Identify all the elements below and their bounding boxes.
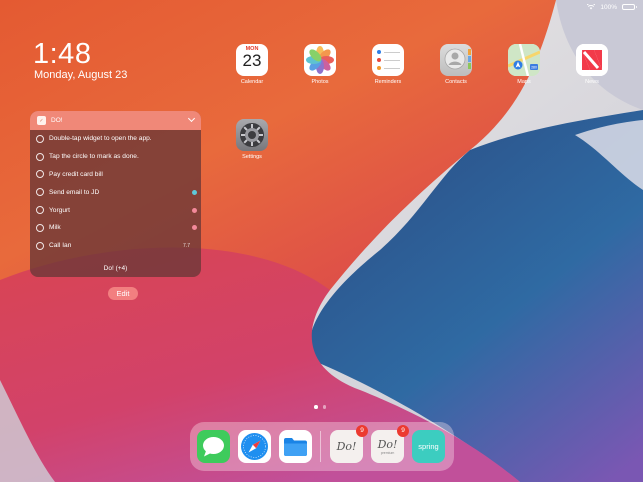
dock-do[interactable]: Do! 9 [330, 425, 368, 463]
app-label: Calendar [240, 79, 264, 85]
task-checkbox-circle[interactable] [36, 223, 44, 232]
files-icon [284, 438, 307, 456]
task-text: Send email to JD [49, 188, 100, 196]
clock-time: 1:48 [33, 38, 92, 70]
do-widget[interactable]: ✓ DO! Double-tap widget to open the app.… [30, 111, 201, 277]
widget-title: DO! [51, 117, 63, 124]
task-checkbox-circle[interactable] [36, 206, 44, 215]
maps-shield-text: 280 [531, 66, 537, 70]
wifi-icon [587, 4, 596, 10]
widget-header[interactable]: ✓ DO! [30, 111, 201, 130]
app-label: Reminders [374, 79, 402, 85]
task-tag-dot [192, 207, 197, 213]
calendar-date: 23 [242, 51, 262, 70]
dock-separator [320, 431, 321, 462]
task-checkbox-circle[interactable] [36, 152, 44, 161]
widget-footer[interactable]: Do! (+4) [30, 265, 201, 272]
task-text: Yorgurt [49, 206, 71, 214]
page-indicator[interactable] [314, 405, 326, 409]
status-bar: 100% [587, 2, 637, 12]
task-text: Pay credit card bill [49, 170, 103, 178]
dock-messages[interactable] [197, 430, 230, 463]
do-app-icon: Do! [336, 440, 357, 453]
task-checkbox-circle[interactable] [36, 241, 44, 250]
app-label: Photos [311, 79, 329, 85]
spring-icon: spring [418, 442, 439, 451]
photos-icon [304, 44, 336, 76]
task-text: Tap the circle to mark as done. [49, 153, 139, 161]
dock-files[interactable] [279, 430, 312, 463]
settings-icon [236, 119, 268, 151]
app-reminders[interactable]: Reminders [371, 44, 405, 85]
clock-date: Monday, August 23 [34, 69, 128, 81]
task-text: Call Ian [49, 242, 72, 250]
contacts-icon [440, 44, 472, 76]
messages-icon [203, 437, 224, 457]
task-checkbox-circle[interactable] [36, 170, 44, 179]
reminders-icon [372, 44, 404, 76]
page-dot-2[interactable] [322, 405, 326, 409]
page-dot-1[interactable] [314, 405, 318, 409]
task-tag-dot [192, 225, 197, 231]
task-row[interactable]: Pay credit card bill [30, 166, 201, 184]
app-label: Contacts [445, 79, 467, 85]
app-label: Maps [517, 79, 531, 85]
task-text: Milk [49, 224, 61, 232]
app-label: Settings [242, 154, 262, 160]
app-photos[interactable]: Photos [303, 44, 337, 85]
task-row[interactable]: Send email to JD [30, 183, 201, 201]
do-app-glyph-icon: ✓ [37, 116, 46, 125]
task-checkbox-circle[interactable] [36, 134, 44, 143]
edit-button[interactable]: Edit [108, 287, 138, 300]
dock-safari[interactable] [238, 430, 271, 463]
dock-spring[interactable]: spring [412, 430, 445, 463]
task-text: Double-tap widget to open the app. [49, 135, 152, 143]
task-checkbox-circle[interactable] [36, 188, 44, 197]
calendar-icon: MON 23 [236, 44, 268, 76]
do-premium-icon: Do! [377, 438, 398, 451]
task-row[interactable]: Tap the circle to mark as done. [30, 148, 201, 166]
chevron-down-icon[interactable] [187, 114, 196, 123]
app-contacts[interactable]: Contacts [439, 44, 473, 85]
notification-badge: 9 [356, 425, 368, 437]
app-calendar[interactable]: MON 23 Calendar [235, 44, 269, 85]
dock-do-premium[interactable]: Do! premium 9 [371, 425, 409, 463]
app-maps[interactable]: 280 Maps [507, 44, 541, 85]
task-row[interactable]: Yorgurt [30, 201, 201, 219]
battery-icon [622, 4, 637, 10]
task-list: Double-tap widget to open the app. Tap th… [30, 130, 201, 255]
app-label: News [585, 79, 599, 85]
app-settings[interactable]: Settings [235, 119, 269, 160]
task-row[interactable]: Double-tap widget to open the app. [30, 130, 201, 148]
safari-icon [241, 433, 268, 460]
news-icon [576, 44, 608, 76]
task-row[interactable]: Milk [30, 219, 201, 237]
notification-badge: 9 [397, 425, 409, 437]
task-row[interactable]: Call Ian 7.7 [30, 237, 201, 255]
app-news[interactable]: News [575, 44, 609, 85]
do-premium-sublabel: premium [380, 451, 395, 455]
task-count: 7.7 [183, 242, 190, 249]
maps-icon: 280 [508, 44, 540, 76]
dock: Do! 9 Do! premium 9 spring [190, 422, 454, 471]
battery-percent: 100% [600, 3, 617, 11]
task-tag-dot [192, 189, 197, 195]
